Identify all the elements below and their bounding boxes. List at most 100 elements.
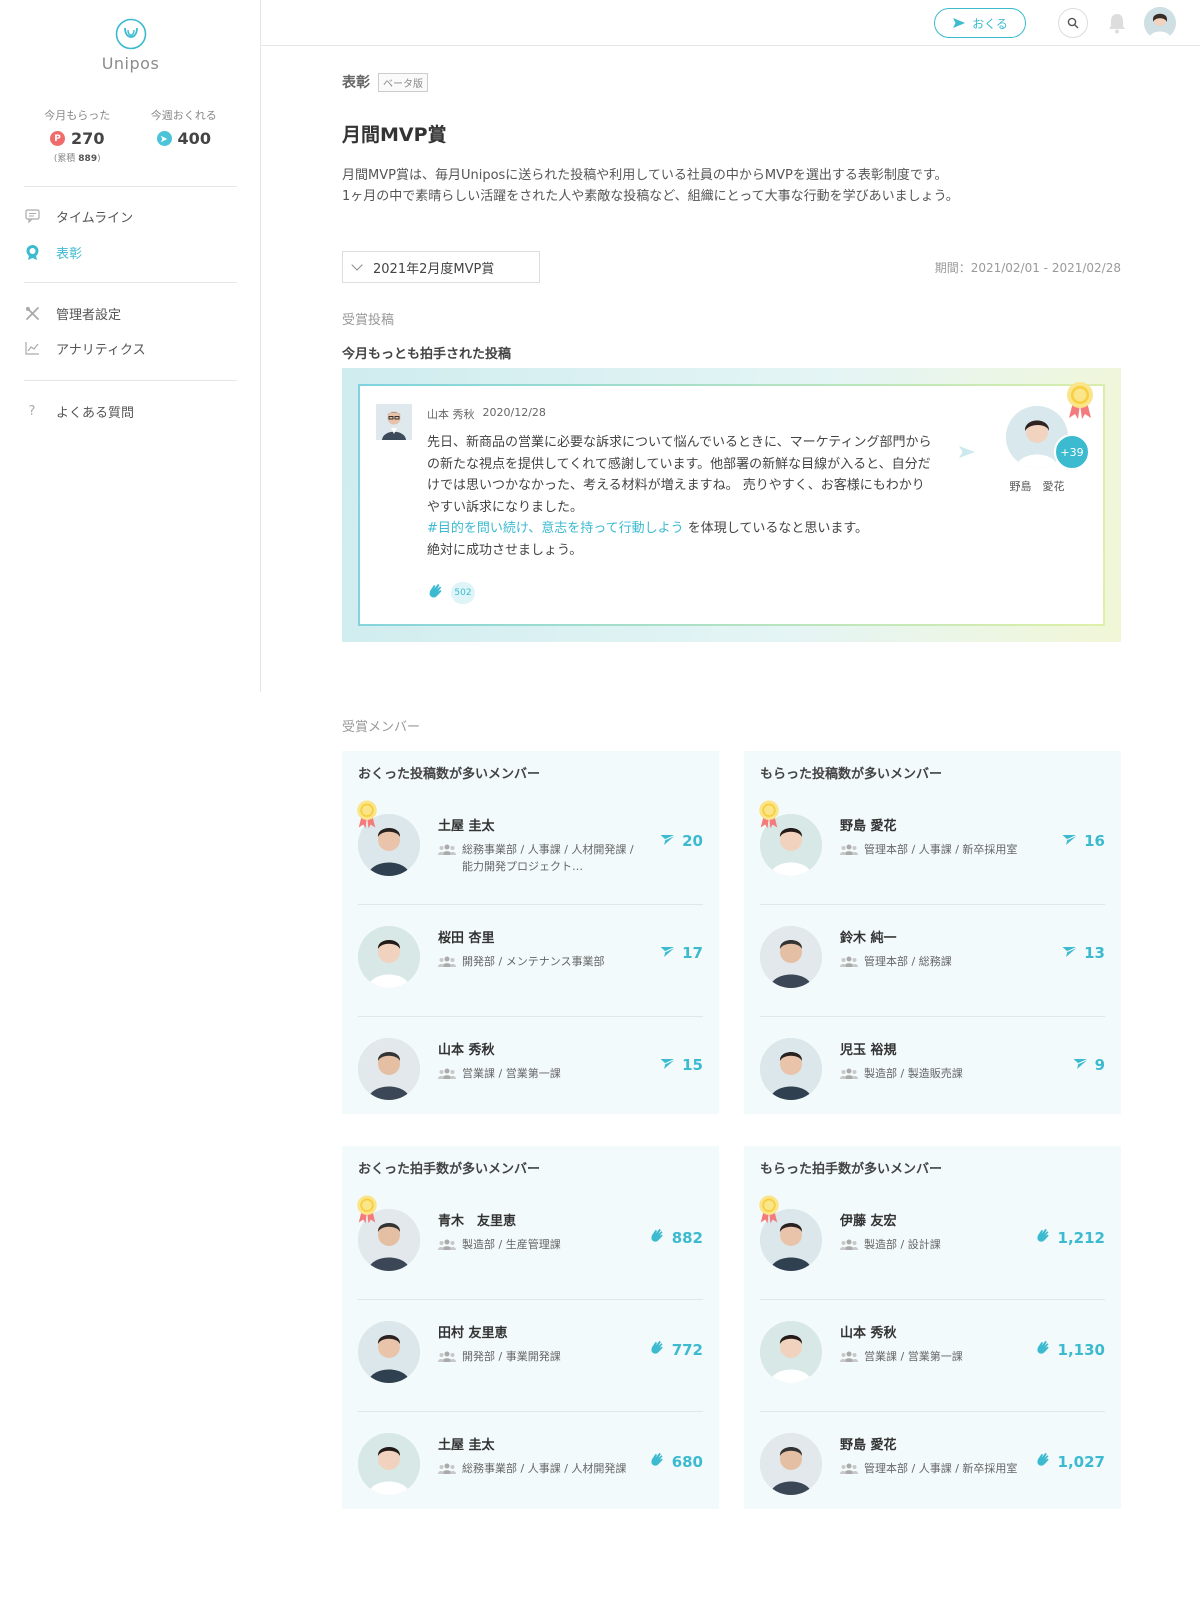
medal-icon (756, 1194, 782, 1228)
clap-icon (429, 584, 442, 598)
member-name[interactable]: 野島 愛花 (840, 815, 897, 834)
nav-award[interactable]: 表彰 (24, 242, 82, 262)
nav-admin-settings[interactable]: 管理者設定 (24, 303, 121, 323)
member-score: 1,130 (1035, 1339, 1105, 1360)
ranking-card-title: おくった拍手数が多いメンバー (358, 1162, 541, 1177)
member-avatar[interactable] (358, 926, 420, 988)
post-footer: 502 (427, 582, 475, 604)
clap-button[interactable] (427, 582, 445, 604)
member-department: 営業課 / 営業第一課 (840, 1348, 1040, 1367)
ranking-row[interactable]: 田村 友里恵開発部 / 事業開発課 772 (358, 1300, 703, 1412)
sendable-value: 400 (177, 129, 211, 148)
sendable-points: 今週おくれる 400 (131, 107, 238, 164)
ranking-row[interactable]: 山本 秀秋営業課 / 営業第一課 1,130 (760, 1300, 1105, 1412)
top-post-card[interactable]: 山本 秀秋 2020/12/28 先日、新商品の営業に必要な訴求について悩んでい… (358, 382, 1105, 626)
points-icon: P (50, 131, 66, 146)
group-icon (438, 955, 456, 972)
member-name[interactable]: 桜田 杏里 (438, 927, 495, 946)
period-select-value: 2021年2月度MVP賞 (373, 261, 495, 277)
ranking-row[interactable]: 児玉 裕規 製造部 / 製造販売課 9 (760, 1017, 1105, 1129)
ranking-row[interactable]: 野島 愛花 管理本部 / 人事課 / 新卒採用室 1,027 (760, 1412, 1105, 1524)
member-avatar[interactable] (760, 926, 822, 988)
post-author-name[interactable]: 山本 秀秋 (427, 406, 475, 422)
member-department-text: 営業課 / 営業第一課 (462, 1067, 561, 1080)
post-author-avatar[interactable] (376, 404, 412, 440)
send-icon (1062, 944, 1078, 962)
ranking-row[interactable]: 青木 友里恵 製造部 / 生産管理課 882 (357, 1188, 703, 1300)
question-icon: ? (28, 403, 36, 419)
nav-admin-settings-label: 管理者設定 (56, 307, 122, 323)
nav-faq[interactable]: ? よくある質問 (24, 401, 134, 421)
ranking-row[interactable]: 鈴木 純一管理本部 / 総務課 13 (760, 905, 1105, 1017)
ranking-row[interactable]: 桜田 杏里 開発部 / メンテナンス事業部 17 (358, 905, 703, 1017)
member-avatar[interactable] (760, 1433, 822, 1495)
member-department-text: 開発部 / メンテナンス事業部 (462, 955, 605, 968)
group-icon (840, 1238, 858, 1255)
post-body: 先日、新商品の営業に必要な訴求について悩んでいるときに、マーケティング部門からの… (427, 432, 932, 561)
ranking-row[interactable]: 野島 愛花管理本部 / 人事課 / 新卒採用室 16 (759, 793, 1105, 905)
ranking-card-title: おくった投稿数が多いメンバー (358, 767, 541, 782)
post-hashtag[interactable]: #目的を問い続け、意志を持って行動しよう (427, 521, 684, 536)
member-avatar[interactable] (760, 1038, 822, 1100)
member-name[interactable]: 山本 秀秋 (438, 1039, 495, 1058)
member-department: 管理本部 / 人事課 / 新卒採用室 (840, 841, 1040, 860)
breadcrumb-title: 表彰 (342, 75, 370, 91)
member-avatar[interactable] (760, 1321, 822, 1383)
member-department: 管理本部 / 総務課 (840, 953, 1040, 972)
member-department: 開発部 / 事業開発課 (438, 1348, 638, 1367)
notification-button[interactable] (1105, 10, 1129, 36)
send-button[interactable]: おくる (934, 8, 1026, 38)
member-name[interactable]: 児玉 裕規 (840, 1039, 897, 1058)
receiver-avatar[interactable]: +39 (1006, 406, 1090, 470)
group-icon (840, 1350, 858, 1367)
post-meta: 山本 秀秋 2020/12/28 (427, 406, 546, 422)
user-avatar[interactable] (1144, 7, 1176, 39)
period-select[interactable]: 2021年2月度MVP賞 (342, 251, 540, 283)
nav-analytics[interactable]: アナリティクス (24, 338, 146, 358)
ranking-card: もらった拍手数が多いメンバー 伊藤 友宏 製造部 / 設計課 1,212 山本 秀秋 営業… (744, 1146, 1121, 1509)
member-name[interactable]: 土屋 圭太 (438, 815, 495, 834)
ranking-row[interactable]: 伊藤 友宏 製造部 / 設計課 1,212 (759, 1188, 1105, 1300)
page-description: 月間MVP賞は、毎月Uniposに送られた投稿や利用している社員の中からMVPを… (342, 165, 1121, 207)
top-bar: おくる (261, 0, 1200, 46)
search-icon (1067, 17, 1079, 29)
group-icon (840, 843, 858, 860)
member-department: 管理本部 / 人事課 / 新卒採用室 (840, 1460, 1040, 1479)
member-department-text: 製造部 / 製造販売課 (864, 1067, 963, 1080)
send-icon (660, 832, 676, 850)
ranking-row[interactable]: 土屋 圭太 総務事業部 / 人事課 / 人材開発課 680 (358, 1412, 703, 1524)
nav-timeline[interactable]: タイムライン (24, 206, 133, 226)
extra-receivers-badge[interactable]: +39 (1054, 434, 1090, 470)
member-department: 開発部 / メンテナンス事業部 (438, 953, 638, 972)
ranking-card: おくった拍手数が多いメンバー 青木 友里恵 製造部 / 生産管理課 882 田村 友里恵… (342, 1146, 719, 1509)
member-score: 1,212 (1035, 1227, 1105, 1248)
member-score-value: 772 (671, 1340, 703, 1359)
member-name[interactable]: 青木 友里恵 (438, 1210, 516, 1229)
member-department-text: 製造部 / 生産管理課 (462, 1238, 561, 1251)
group-icon (840, 1067, 858, 1084)
search-button[interactable] (1058, 8, 1088, 38)
member-name[interactable]: 土屋 圭太 (438, 1434, 495, 1453)
member-department-text: 開発部 / 事業開発課 (462, 1350, 561, 1363)
ranking-row[interactable]: 山本 秀秋 営業課 / 営業第一課 15 (358, 1017, 703, 1129)
member-name[interactable]: 鈴木 純一 (840, 927, 897, 946)
member-name[interactable]: 田村 友里恵 (438, 1322, 508, 1341)
brand-logo[interactable]: Unipos (0, 18, 261, 73)
member-department-text: 総務事業部 / 人事課 / 人材開発課 (462, 1462, 627, 1475)
member-avatar[interactable] (358, 1321, 420, 1383)
points-summary: 今月もらった P 270 (累積 889) 今週おくれる 400 (24, 107, 237, 164)
member-score: 16 (1062, 832, 1105, 850)
awarded-posts-label: 受賞投稿 (342, 313, 395, 328)
member-score: 13 (1062, 944, 1105, 962)
member-avatar[interactable] (358, 1038, 420, 1100)
member-name[interactable]: 伊藤 友宏 (840, 1210, 897, 1229)
member-name[interactable]: 山本 秀秋 (840, 1322, 897, 1341)
group-icon (840, 1462, 858, 1479)
member-score-value: 13 (1084, 944, 1105, 962)
member-name[interactable]: 野島 愛花 (840, 1434, 897, 1453)
member-avatar[interactable] (358, 1433, 420, 1495)
clap-icon (649, 1451, 666, 1472)
medal-icon (1063, 380, 1097, 424)
awarded-members-label: 受賞メンバー (342, 720, 421, 735)
ranking-row[interactable]: 土屋 圭太 総務事業部 / 人事課 / 人材開発課 / 能力開発プロジェクト… 20 (357, 793, 703, 905)
